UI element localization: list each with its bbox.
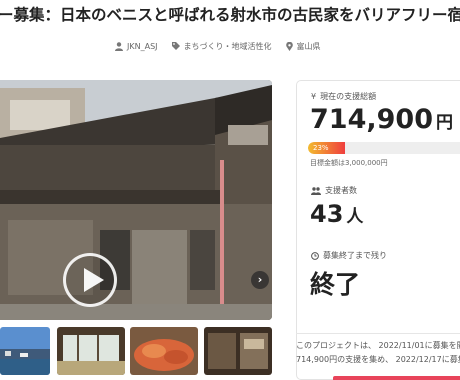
- project-video[interactable]: ›: [0, 80, 272, 320]
- amount-value: 714,900: [310, 104, 433, 135]
- page-title: ー募集：日本のベニスと呼ばれる射水市の古民家をバリアフリー宿として: [0, 6, 460, 24]
- crab-dish-photo: [130, 327, 198, 375]
- yen-icon: ¥: [311, 92, 317, 101]
- old-house-photo: [0, 80, 272, 320]
- goal-amount: 目標金額は3,000,000円: [310, 159, 388, 167]
- support-button[interactable]: [333, 376, 460, 380]
- progress-percent: 23%: [313, 144, 329, 152]
- location-link[interactable]: 富山県: [285, 41, 321, 52]
- backers-label-text: 支援者数: [325, 186, 357, 195]
- users-icon: [311, 186, 321, 195]
- user-icon: [115, 41, 123, 51]
- author-name: JKN_ASJ: [127, 41, 158, 51]
- funding-progress-bar: 23%: [308, 142, 460, 154]
- support-total-label-text: 現在の支援総額: [320, 92, 377, 101]
- divider: [296, 333, 460, 334]
- category-name: まちづくり・地域活性化: [183, 41, 272, 51]
- remaining-label: 募集終了まで残り: [311, 250, 387, 261]
- tag-icon: [171, 42, 180, 50]
- backers-label: 支援者数: [311, 185, 357, 196]
- clock-icon: [311, 251, 319, 260]
- next-slide-button[interactable]: ›: [251, 271, 269, 289]
- location-name: 富山県: [296, 41, 321, 51]
- backers-unit: 人: [346, 207, 364, 227]
- author-link[interactable]: JKN_ASJ: [115, 42, 158, 51]
- backers-value: 43: [310, 200, 344, 228]
- project-note-line-2: 714,900円の支援を集め、 2022/12/17に募集を: [296, 355, 460, 364]
- support-total-label: ¥ 現在の支援総額: [311, 91, 376, 102]
- project-meta: JKN_ASJ まちづくり・地域活性化 富山県: [115, 38, 321, 54]
- old-house-interior-photo: [204, 327, 272, 375]
- backers-count: 43 人: [310, 200, 363, 228]
- thumbnail-crab[interactable]: [130, 327, 198, 375]
- map-pin-icon: [285, 41, 293, 51]
- canal-town-photo: [0, 327, 50, 375]
- chevron-right-icon: ›: [257, 273, 263, 286]
- project-note-line-1: このプロジェクトは、 2022/11/01に募集を開始: [296, 341, 460, 350]
- remaining-label-text: 募集終了まで残り: [323, 251, 387, 260]
- thumbnail-canal[interactable]: [0, 327, 50, 375]
- support-total-amount: 714,900 円: [310, 104, 453, 135]
- amount-unit: 円: [435, 113, 453, 133]
- thumbnail-room[interactable]: [57, 327, 125, 375]
- remaining-value: 終了: [310, 270, 361, 299]
- thumbnail-interior[interactable]: [204, 327, 272, 375]
- play-icon: [84, 268, 104, 292]
- tatami-room-photo: [57, 327, 125, 375]
- play-button[interactable]: [63, 253, 117, 307]
- category-link[interactable]: まちづくり・地域活性化: [171, 41, 272, 52]
